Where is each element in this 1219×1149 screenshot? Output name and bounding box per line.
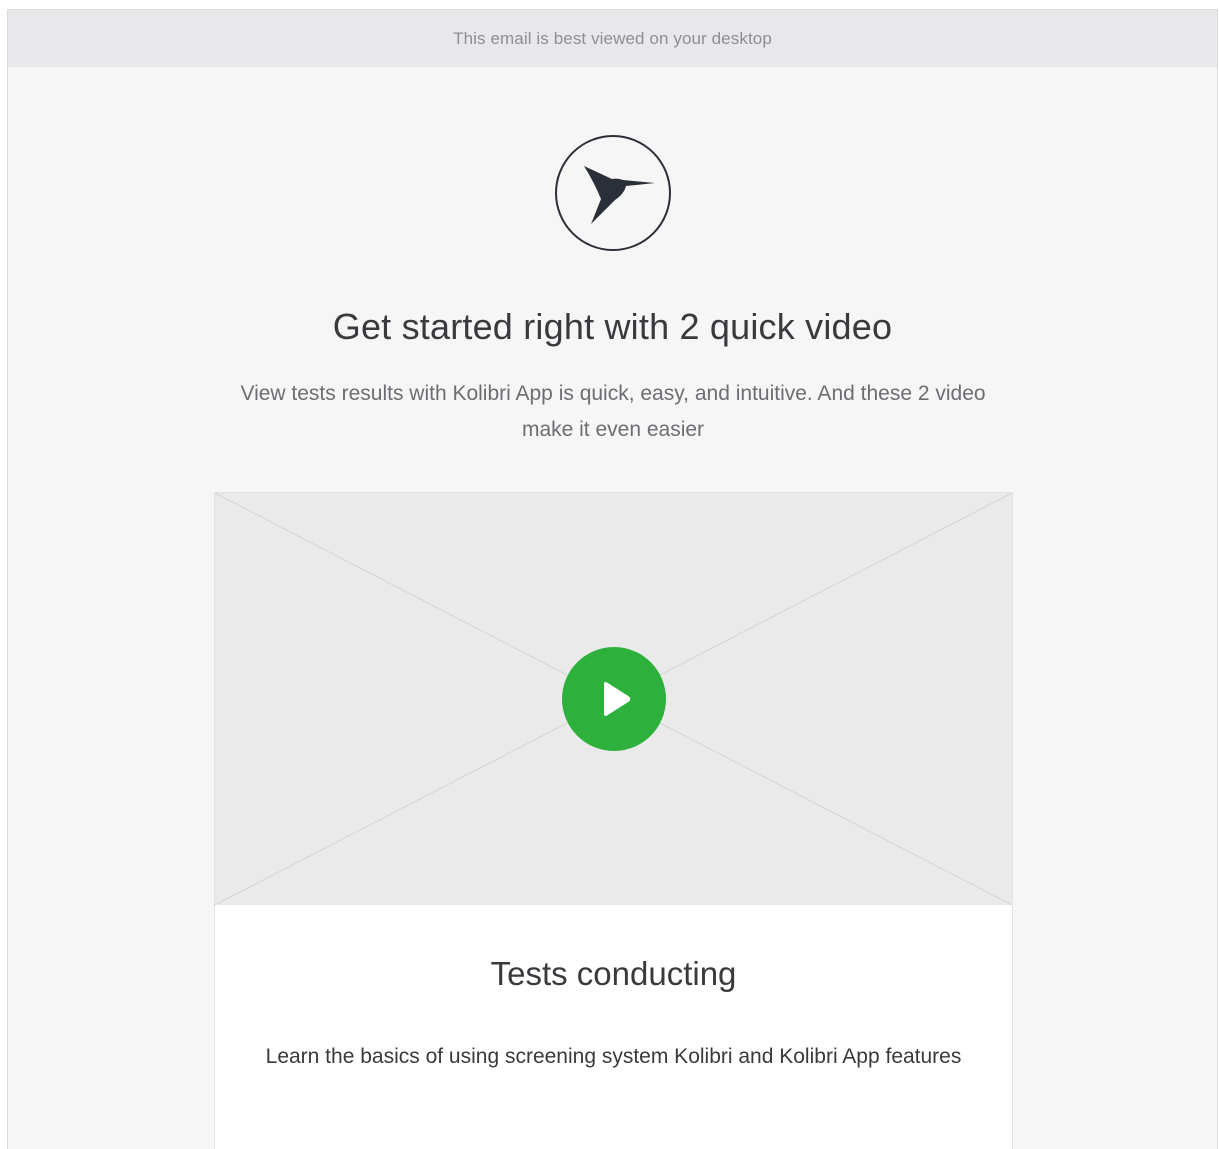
- video-title: Tests conducting: [490, 955, 737, 992]
- desktop-view-banner: This email is best viewed on your deskto…: [8, 10, 1217, 67]
- hummingbird-icon: [555, 135, 671, 251]
- video-thumbnail[interactable]: [215, 493, 1012, 905]
- banner-text: This email is best viewed on your deskto…: [453, 28, 772, 48]
- play-icon: [604, 682, 631, 716]
- play-button[interactable]: [562, 647, 666, 751]
- intro-text: View tests results with Kolibri App is q…: [240, 382, 986, 441]
- video-card: Tests conducting Learn the basics of usi…: [214, 492, 1013, 1149]
- kolibri-logo: [554, 134, 672, 252]
- video-description: Learn the basics of using screening syst…: [265, 1045, 962, 1068]
- email-body: This email is best viewed on your deskto…: [7, 9, 1218, 1149]
- page-title: Get started right with 2 quick video: [332, 306, 893, 347]
